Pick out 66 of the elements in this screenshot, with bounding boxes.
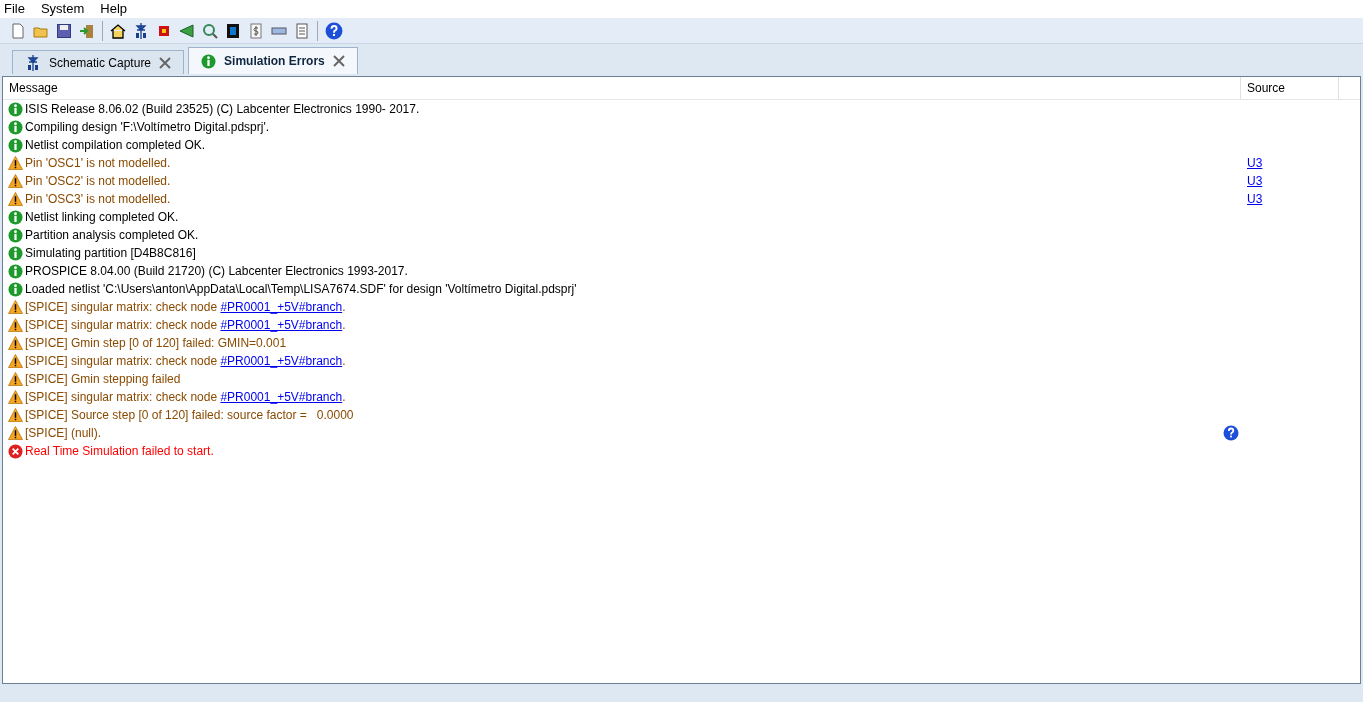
source-link[interactable]: U3 [1247,174,1263,188]
help-icon [325,21,343,40]
warning-icon [8,408,23,422]
message-text: [SPICE] (null). [25,425,102,442]
message-text: [SPICE] singular matrix: check node #PR0001_+5V#branch. [25,317,346,334]
warning-icon [8,300,23,314]
info-icon [8,227,23,243]
error-icon [8,443,23,459]
board-icon [225,22,241,39]
tab[interactable]: Schematic Capture [12,50,185,74]
diode-icon [25,54,41,71]
message-text: PROSPICE 8.04.00 (Build 21720) (C) Labcenter Electronics 1993-2017. [25,263,408,280]
source-link[interactable]: U3 [1247,192,1263,206]
column-header[interactable]: Message [3,77,1241,99]
info-icon [8,281,23,297]
message-text: Partition analysis completed OK. [25,227,199,244]
warning-icon [8,354,23,368]
message-text: Real Time Simulation failed to start. [25,443,214,460]
warning-icon [8,390,23,404]
magnifier-icon [202,22,218,39]
document-icon [294,22,310,39]
warning-icon [8,156,23,170]
message-text: [SPICE] Gmin stepping failed [25,371,181,388]
message-text: [SPICE] singular matrix: check node #PR0001_+5V#branch. [25,389,346,406]
close-icon[interactable] [159,56,172,69]
tab-label: Simulation Errors [224,53,325,70]
message-text: Netlist linking completed OK. [25,209,179,226]
save-icon [56,22,72,39]
info-icon [8,119,23,135]
message-text: [SPICE] Gmin step [0 of 120] failed: GMIN=0.001 [25,335,287,352]
column-header[interactable]: Source [1241,77,1339,99]
menu-item[interactable]: File [4,0,25,19]
message-text: ISIS Release 8.06.02 (Build 23525) (C) Labcenter Electronics 1990- 2017. [25,101,420,118]
new-file-icon [10,22,26,39]
dollar-document-icon [248,22,264,39]
diode-icon [133,22,149,39]
warning-icon [8,192,23,206]
message-text: [SPICE] singular matrix: check node #PR0001_+5V#branch. [25,353,346,370]
warning-icon [8,318,23,332]
info-icon [8,245,23,261]
message-text: [SPICE] Source step [0 of 120] failed: source factor = 0.0000 [25,407,354,424]
message-text: Pin 'OSC3' is not modelled. [25,191,171,208]
info-icon [8,209,23,225]
tab[interactable]: Simulation Errors [188,47,358,74]
menu-item[interactable]: System [40,0,85,19]
exit-door-icon [79,22,95,39]
info-icon [201,53,217,69]
message-text: Compiling design 'F:\Voltímetro Digital.pdsprj'. [25,119,270,136]
close-icon[interactable] [332,55,345,67]
warning-icon [8,372,23,386]
message-text: Loaded netlist 'C:\Users\anton\AppData\Local\Temp\LISA7674.SDF' for design 'Voltímetro Digital.pdsprj' [25,281,577,298]
message-text: Netlist compilation completed OK. [25,137,206,154]
warning-icon [8,174,23,188]
warning-icon [8,426,23,440]
message-text: [SPICE] singular matrix: check node #PR0001_+5V#branch. [25,299,346,316]
warning-icon [8,336,23,350]
source-link[interactable]: U3 [1247,156,1263,170]
message-text: Pin 'OSC1' is not modelled. [25,155,171,172]
menu-item[interactable]: Help [100,0,128,19]
message-text: Simulating partition [D4B8C816] [25,245,196,262]
info-icon [8,137,23,153]
info-icon [8,101,23,117]
message-text: Pin 'OSC2' is not modelled. [25,173,171,190]
tab-label: Schematic Capture [49,54,152,72]
info-icon [8,263,23,279]
home-icon [110,22,126,39]
